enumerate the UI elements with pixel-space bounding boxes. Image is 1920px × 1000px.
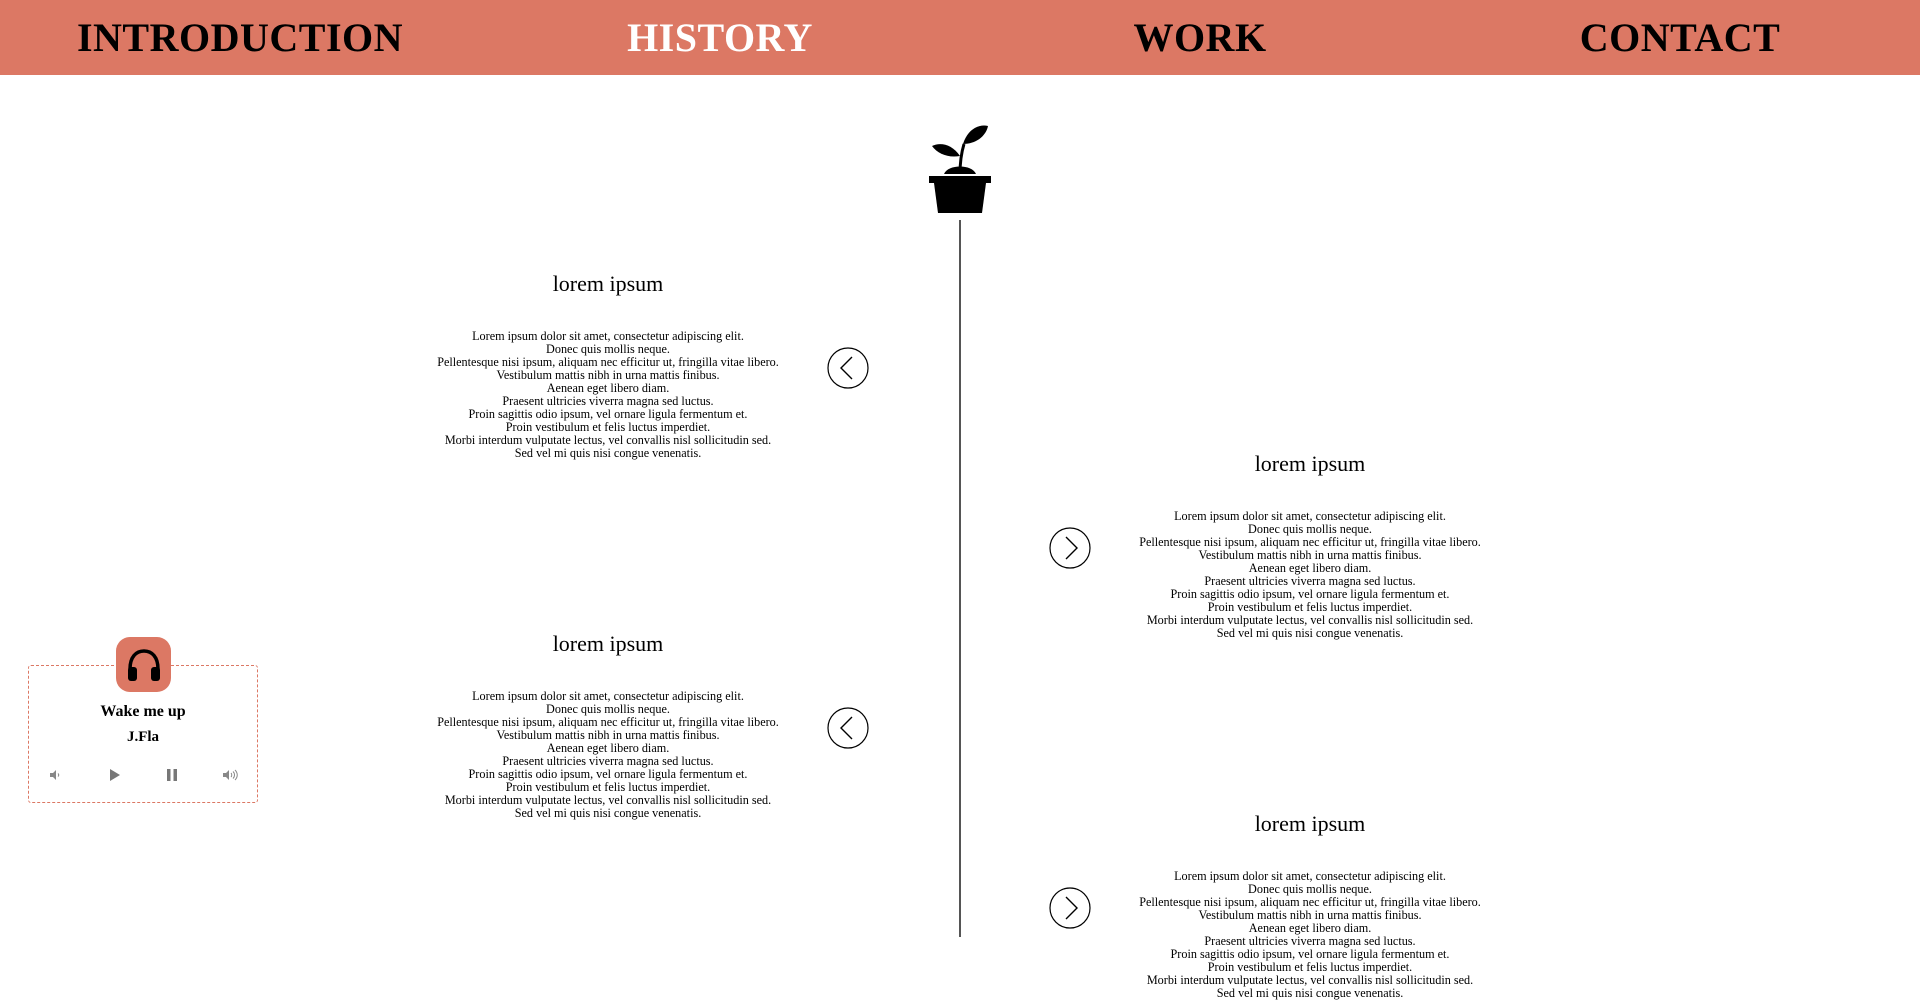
entry-line: Sed vel mi quis nisi congue venenatis. [1216, 626, 1404, 640]
chevron-left-icon[interactable] [827, 347, 869, 389]
entry-title: lorem ipsum [1254, 451, 1366, 476]
volume-up-icon [223, 769, 238, 781]
entry-body: Lorem ipsum dolor sit amet, consectetur … [1110, 510, 1510, 640]
entry-title: lorem ipsum [1254, 811, 1366, 836]
nav-item-introduction[interactable]: INTRODUCTION [0, 14, 480, 61]
nav-item-contact[interactable]: CONTACT [1440, 14, 1920, 61]
entry-line: Morbi interdum vulputate lectus, vel con… [1146, 973, 1474, 987]
chevron-left-icon[interactable] [827, 707, 869, 749]
volume-down-icon [50, 770, 60, 780]
play-button[interactable] [102, 763, 126, 787]
nav-item-history[interactable]: HISTORY [480, 14, 960, 61]
entry-body: Lorem ipsum dolor sit amet, consectetur … [408, 690, 808, 820]
entry-title: lorem ipsum [552, 271, 664, 296]
chevron-right-icon[interactable] [1049, 527, 1091, 569]
entry-body: Lorem ipsum dolor sit amet, consectetur … [408, 330, 808, 460]
play-icon [110, 769, 120, 781]
entry-line: Proin sagittis odio ipsum, vel ornare li… [1170, 947, 1450, 961]
nav-item-work[interactable]: WORK [960, 14, 1440, 61]
pause-button[interactable] [160, 763, 184, 787]
entry-line: Sed vel mi quis nisi congue venenatis. [514, 446, 702, 460]
timeline-entry: lorem ipsum Lorem ipsum dolor sit amet, … [408, 624, 808, 820]
timeline-line [959, 220, 961, 937]
volume-down-button[interactable] [43, 763, 67, 787]
top-nav: INTRODUCTION HISTORY WORK CONTACT [0, 0, 1920, 75]
volume-up-button[interactable] [219, 763, 243, 787]
player-icon-badge [116, 637, 171, 692]
track-title: Wake me up [100, 703, 186, 720]
entry-line: Sed vel mi quis nisi congue venenatis. [514, 806, 702, 820]
timeline-entry: lorem ipsum Lorem ipsum dolor sit amet, … [1110, 804, 1510, 1000]
timeline-entry: lorem ipsum Lorem ipsum dolor sit amet, … [408, 264, 808, 460]
headphones-icon [127, 648, 160, 681]
entry-title: lorem ipsum [552, 631, 664, 656]
player-controls [28, 763, 258, 787]
entry-line: Sed vel mi quis nisi congue venenatis. [1216, 986, 1404, 1000]
entry-line: Proin vestibulum et felis luctus imperdi… [1207, 960, 1413, 974]
pause-icon [167, 769, 177, 781]
chevron-right-icon[interactable] [1049, 887, 1091, 929]
timeline-entry: lorem ipsum Lorem ipsum dolor sit amet, … [1110, 444, 1510, 640]
entry-body: Lorem ipsum dolor sit amet, consectetur … [1110, 870, 1510, 1000]
track-artist: J.Fla [126, 729, 160, 745]
plant-pot-icon [929, 125, 991, 213]
